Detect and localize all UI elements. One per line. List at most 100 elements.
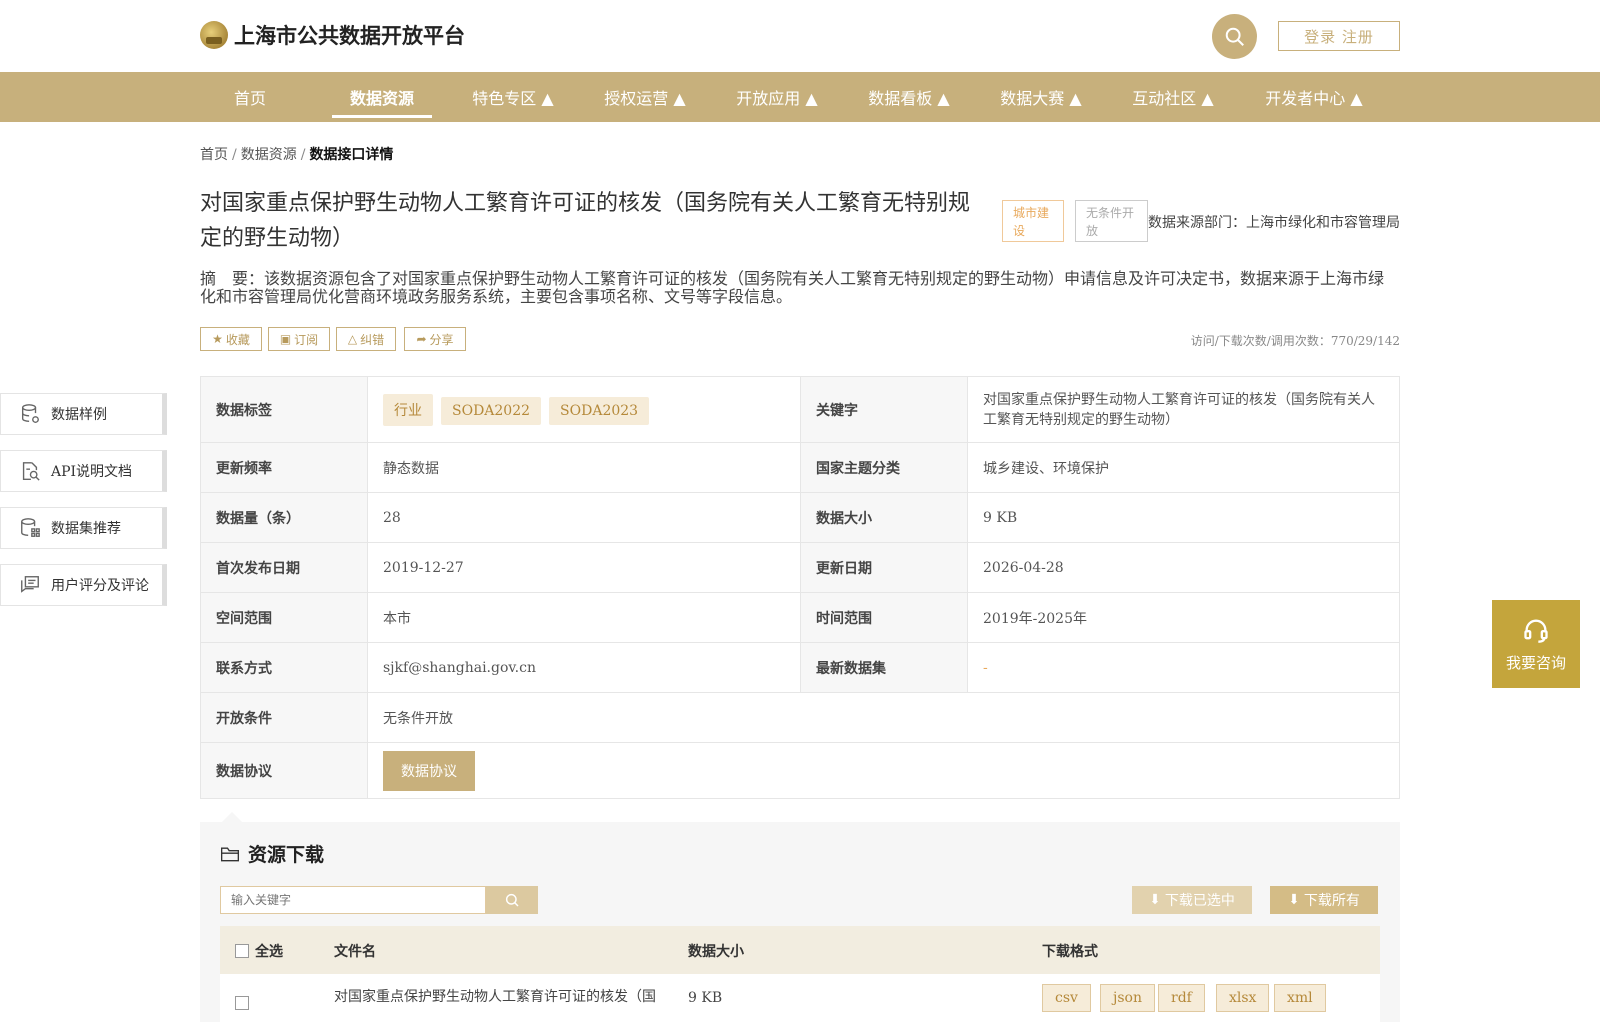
nav-authorized-operation[interactable]: 授权运营 ▲	[600, 72, 690, 122]
latest-dataset-value[interactable]: -	[967, 642, 1400, 693]
table-row: 首次发布日期 2019-12-27 更新日期 2026-04-28	[200, 542, 1400, 593]
table-row: 空间范围 本市 时间范围 2019年-2025年	[200, 592, 1400, 643]
headset-icon	[1524, 619, 1548, 643]
dataset-info-table: 数据标签 行业 SODA2022 SODA2023 关键字 对国家重点保护野生动物人…	[200, 376, 1400, 799]
download-table-header: 全选 文件名 数据大小 下载格式	[220, 926, 1380, 974]
table-row: 对国家重点保护野生动物人工繁育许可证的核发（国 9 KB csv json rd…	[220, 974, 1380, 1034]
abstract-text: 该数据资源包含了对国家重点保护野生动物人工繁育许可证的核发（国务院有关人工繁育无…	[200, 269, 1385, 306]
tag-chip[interactable]: 行业	[383, 393, 433, 426]
download-title: 资源下载	[220, 840, 324, 867]
contact-label: 联系方式	[200, 642, 368, 693]
table-row: 数据协议 数据协议	[200, 742, 1400, 799]
format-xml-button[interactable]: xml	[1274, 984, 1326, 1012]
share-icon: ➦	[416, 332, 427, 346]
search-button[interactable]	[1212, 14, 1257, 59]
side-nav-label: 数据样例	[51, 407, 107, 423]
subscribe-label: 订阅	[294, 332, 319, 347]
breadcrumb-separator: /	[300, 147, 306, 163]
format-json-button[interactable]: json	[1100, 984, 1155, 1012]
nav-developer-center[interactable]: 开发者中心 ▲	[1262, 72, 1366, 122]
breadcrumb-current: 数据接口详情	[309, 147, 394, 163]
first-publish-value: 2019-12-27	[367, 542, 801, 593]
data-protocol-button[interactable]: 数据协议	[383, 750, 475, 791]
main-nav: 首页 数据资源 特色专区 ▲ 授权运营 ▲ 开放应用 ▲ 数据看板 ▲ 数据大赛…	[0, 72, 1600, 122]
format-rdf-button[interactable]: rdf	[1158, 984, 1205, 1012]
table-row: 联系方式 sjkf@shanghai.gov.cn 最新数据集 -	[200, 642, 1400, 693]
favorite-label: 收藏	[225, 332, 250, 347]
nav-data-resources[interactable]: 数据资源	[332, 72, 432, 122]
nav-community[interactable]: 互动社区 ▲	[1128, 72, 1218, 122]
report-error-label: 纠错	[360, 332, 385, 347]
contact-value[interactable]: sjkf@shanghai.gov.cn	[367, 642, 801, 693]
breadcrumb-separator: /	[232, 147, 237, 163]
report-error-button[interactable]: △ 纠错	[336, 327, 396, 351]
theme-label: 国家主题分类	[800, 442, 968, 493]
nav-home[interactable]: 首页	[220, 72, 280, 122]
keyword-label: 关键字	[800, 376, 968, 443]
download-all-label: 下载所有	[1303, 893, 1360, 909]
tag-chip[interactable]: SODA2023	[549, 396, 650, 425]
data-size-label: 数据大小	[800, 492, 968, 543]
consult-button[interactable]: 我要咨询	[1492, 600, 1580, 688]
site-title: 上海市公共数据开放平台	[234, 24, 465, 48]
keyword-value: 对国家重点保护野生动物人工繁育许可证的核发（国务院有关人工繁育无特别规定的野生动…	[967, 376, 1400, 443]
source-department: 数据来源部门：上海市绿化和市容管理局	[1148, 215, 1400, 231]
breadcrumb-data-resources[interactable]: 数据资源	[241, 147, 297, 163]
tags-label: 数据标签	[200, 376, 368, 443]
select-all-checkbox[interactable]	[235, 944, 249, 958]
database-grid-icon	[21, 518, 40, 537]
column-header-format: 下载格式	[1042, 944, 1098, 960]
breadcrumb-home[interactable]: 首页	[200, 147, 228, 163]
open-condition-value: 无条件开放	[367, 692, 1400, 743]
format-csv-button[interactable]: csv	[1042, 984, 1091, 1012]
top-header: 上海市公共数据开放平台 登录 注册	[0, 0, 1600, 72]
tag-chip[interactable]: SODA2022	[441, 396, 542, 425]
side-nav-data-sample[interactable]: 数据样例	[0, 393, 167, 435]
search-icon	[505, 893, 519, 907]
share-label: 分享	[429, 332, 454, 347]
select-all-label: 全选	[255, 944, 283, 960]
nav-special-zone[interactable]: 特色专区 ▲	[468, 72, 558, 122]
nav-open-apps[interactable]: 开放应用 ▲	[732, 72, 822, 122]
nav-data-dashboard[interactable]: 数据看板 ▲	[864, 72, 954, 122]
bookmark-icon: ▣	[279, 332, 292, 346]
update-date-value: 2026-04-28	[967, 542, 1400, 593]
open-condition-label: 开放条件	[200, 692, 368, 743]
table-row: 开放条件 无条件开放	[200, 692, 1400, 743]
share-button[interactable]: ➦ 分享	[404, 327, 466, 351]
download-all-button[interactable]: ⬇ 下载所有	[1270, 886, 1378, 914]
star-icon: ★	[212, 332, 223, 346]
login-register-button[interactable]: 登录 注册	[1278, 21, 1400, 51]
nav-data-contest[interactable]: 数据大赛 ▲	[996, 72, 1086, 122]
format-xlsx-button[interactable]: xlsx	[1216, 984, 1270, 1012]
select-all-control[interactable]: 全选	[235, 941, 283, 961]
table-row: 数据标签 行业 SODA2022 SODA2023 关键字 对国家重点保护野生动物人…	[200, 376, 1400, 443]
data-protocol-cell: 数据协议	[367, 742, 1400, 799]
row-checkbox[interactable]	[235, 996, 249, 1010]
side-nav-label: 用户评分及评论	[51, 578, 149, 594]
download-selected-button[interactable]: ⬇ 下载已选中	[1132, 886, 1252, 914]
table-row: 数据量（条） 28 数据大小 9 KB	[200, 492, 1400, 543]
access-stats: 访问/下载次数/调用次数：770/29/142	[1190, 334, 1400, 348]
side-nav-api-docs[interactable]: API说明文档	[0, 450, 167, 492]
folder-icon	[221, 847, 239, 861]
download-search-button[interactable]	[486, 886, 538, 914]
favorite-button[interactable]: ★ 收藏	[200, 327, 262, 351]
subscribe-button[interactable]: ▣ 订阅	[268, 327, 330, 351]
document-search-icon	[22, 462, 40, 481]
side-nav-ratings-comments[interactable]: 用户评分及评论	[0, 564, 167, 606]
download-search-input[interactable]	[220, 886, 486, 914]
site-logo[interactable]: 上海市公共数据开放平台	[200, 20, 465, 50]
data-size-value: 9 KB	[967, 492, 1400, 543]
download-title-text: 资源下载	[248, 844, 325, 866]
database-icon	[21, 404, 39, 423]
abstract-label: 摘 要：	[200, 269, 265, 288]
download-selected-label: 下载已选中	[1164, 893, 1235, 909]
file-name: 对国家重点保护野生动物人工繁育许可证的核发（国	[334, 989, 656, 1005]
resource-download-section: 资源下载 ⬇下载已选中 ⬇下载所有 全选 文件名 数据大小 下载格式 对国家重点…	[200, 812, 1400, 1034]
consult-label: 我要咨询	[1505, 653, 1566, 672]
search-icon	[1225, 27, 1244, 46]
download-icon: ⬇	[1288, 892, 1300, 908]
side-nav-dataset-recommend[interactable]: 数据集推荐	[0, 507, 167, 549]
time-range-value: 2019年-2025年	[967, 592, 1400, 643]
